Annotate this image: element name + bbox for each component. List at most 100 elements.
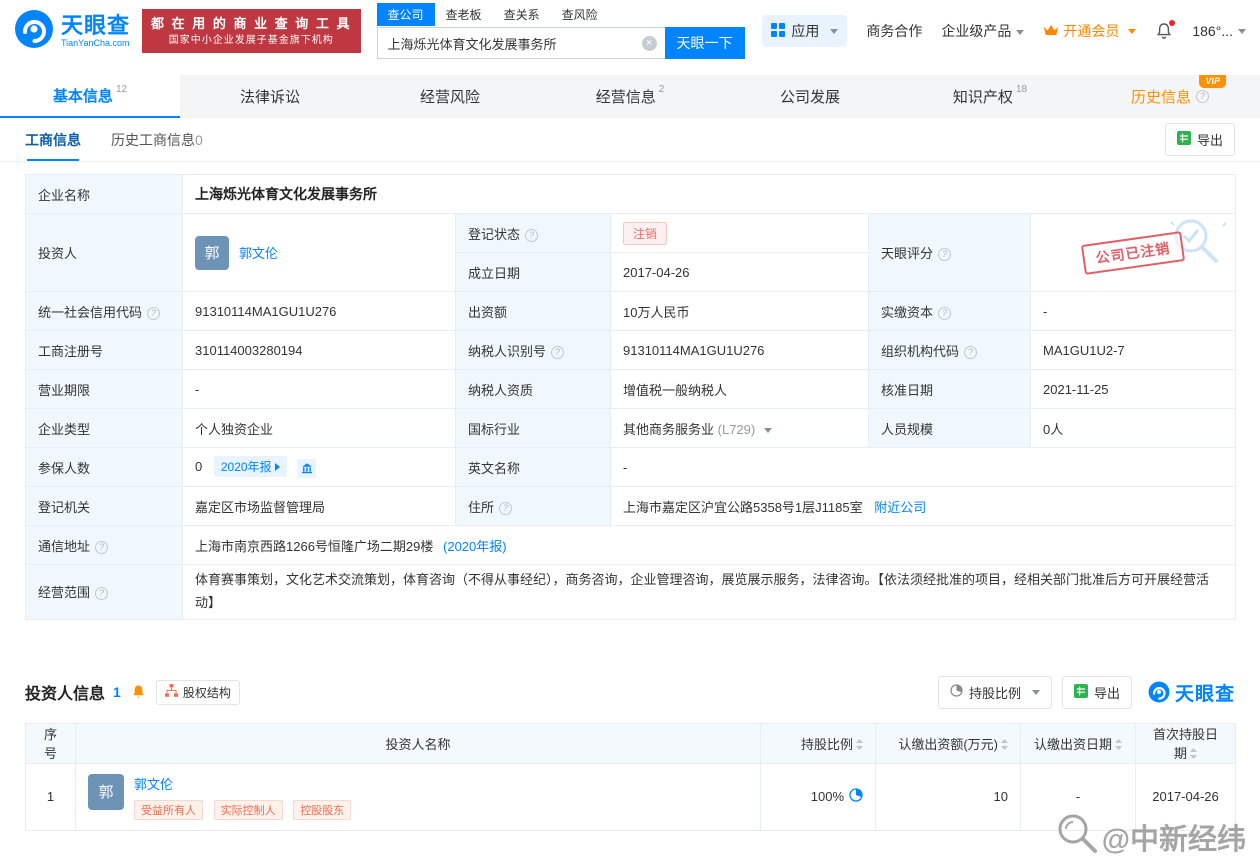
help-icon[interactable] xyxy=(551,345,565,359)
account-phone-label: 186°... xyxy=(1192,23,1233,39)
row-index: 1 xyxy=(25,762,76,831)
controlling-shareholder-tag[interactable]: 控股股东 xyxy=(293,799,352,820)
tab-intellectual-property[interactable]: 知识产权 18 xyxy=(900,75,1080,118)
field-label: 登记状态 xyxy=(455,213,611,253)
subtab-history-business-info[interactable]: 历史工商信息 0 xyxy=(111,118,203,161)
investors-title: 投资人信息 xyxy=(25,686,106,703)
social-security-icon[interactable] xyxy=(297,458,317,478)
account-phone[interactable]: 186°... xyxy=(1192,23,1246,39)
sub-tabs: 工商信息 历史工商信息 0 导出 xyxy=(0,118,1260,162)
help-icon[interactable] xyxy=(499,501,513,515)
chevron-down-icon xyxy=(1128,28,1137,34)
field-label-text: 经营范围 xyxy=(38,585,91,601)
field-value: 2017-04-26 xyxy=(610,252,869,292)
address-value: 上海市嘉定区沪宜公路5358号1层J1185室 xyxy=(623,499,863,515)
help-icon[interactable] xyxy=(147,306,161,320)
chevron-right-icon xyxy=(274,462,280,471)
col-holding-ratio[interactable]: 持股比例 xyxy=(760,722,876,764)
equity-structure-button[interactable]: 股权结构 xyxy=(155,679,240,705)
search-tab-company[interactable]: 查公司 xyxy=(376,3,435,26)
actual-controller-tag[interactable]: 实际控制人 xyxy=(213,799,283,820)
help-icon[interactable] xyxy=(95,540,109,554)
tab-basic-info[interactable]: 基本信息 12 xyxy=(0,75,180,118)
subscribe-bell-icon[interactable] xyxy=(131,684,146,700)
tab-operating-risk[interactable]: 经营风险 xyxy=(360,75,540,118)
top-nav: 应用 商务合作 企业级产品 开通会员 186°... xyxy=(762,15,1246,47)
logo-text: 天眼查 xyxy=(61,12,131,38)
apps-menu[interactable]: 应用 xyxy=(762,15,848,47)
first-holding-date-value: 2017-04-26 xyxy=(1135,762,1236,831)
subtab-business-info[interactable]: 工商信息 xyxy=(25,118,81,161)
table-row: 1 郭 郭文伦 受益所有人 实际控制人 控股股东 100% 10 - 2017-… xyxy=(25,762,1236,831)
nav-open-vip[interactable]: 开通会员 xyxy=(1043,21,1137,41)
search-tab-boss[interactable]: 查老板 xyxy=(435,3,493,26)
tab-legal[interactable]: 法律诉讼 xyxy=(180,75,360,118)
clear-search-icon[interactable] xyxy=(641,36,657,51)
field-label: 工商注册号 xyxy=(25,330,183,370)
annual-report-link[interactable]: (2020年报) xyxy=(443,539,507,554)
field-value: MA1GU1U2-7 xyxy=(1029,330,1237,370)
investor-name-link[interactable]: 郭文伦 xyxy=(134,777,173,792)
field-value: 上海市嘉定区沪宜公路5358号1层J1185室 附近公司 xyxy=(609,486,1237,526)
beneficial-owner-tag[interactable]: 受益所有人 xyxy=(134,799,203,820)
tab-label: 经营风险 xyxy=(419,89,480,106)
field-label-text: 组织机构代码 xyxy=(881,343,960,359)
annual-report-tag[interactable]: 2020年报 xyxy=(213,456,287,478)
export-button[interactable]: 导出 xyxy=(1164,123,1235,156)
help-icon[interactable] xyxy=(525,228,539,242)
help-icon[interactable] xyxy=(938,248,952,261)
field-value: 增值税一般纳税人 xyxy=(610,369,869,409)
field-label: 通信地址 xyxy=(25,525,183,565)
notification-bell-icon[interactable] xyxy=(1155,20,1176,40)
help-icon[interactable] xyxy=(1196,90,1209,103)
holding-ratio-filter[interactable]: 持股比例 xyxy=(937,675,1052,709)
search-button[interactable]: 天眼一下 xyxy=(664,27,745,59)
col-subscribed-amount[interactable]: 认缴出资额(万元) xyxy=(875,722,1021,764)
tab-label: 公司发展 xyxy=(779,89,840,106)
chevron-down-icon[interactable] xyxy=(763,427,772,433)
search-tabs: 查公司 查老板 查关系 查风险 xyxy=(376,3,745,26)
slogan-badge: 都 在 用 的 商 业 查 询 工 具 国家中小企业发展子基金旗下机构 xyxy=(142,8,361,54)
help-icon[interactable] xyxy=(95,587,109,601)
subscribed-date-value: - xyxy=(1020,762,1136,831)
search-input[interactable] xyxy=(376,27,665,59)
col-subscribed-date[interactable]: 认缴出资日期 xyxy=(1020,722,1136,764)
search-tab-risk[interactable]: 查风险 xyxy=(551,3,609,26)
investor-avatar[interactable]: 郭 xyxy=(88,773,124,810)
export-button[interactable]: 导出 xyxy=(1061,675,1132,709)
field-label: 投资人 xyxy=(25,213,183,292)
tab-operating-info[interactable]: 经营信息 2 xyxy=(540,75,720,118)
nav-cooperation[interactable]: 商务合作 xyxy=(866,21,922,41)
tab-history-info[interactable]: 历史信息 VIP xyxy=(1080,75,1260,118)
nav-enterprise[interactable]: 企业级产品 xyxy=(941,21,1025,41)
tianyancha-brand-mark: 天眼查 xyxy=(1148,679,1235,706)
crown-icon xyxy=(1043,23,1059,39)
nearby-companies-link[interactable]: 附近公司 xyxy=(874,500,926,515)
investors-count: 1 xyxy=(113,684,121,700)
help-icon[interactable] xyxy=(938,306,952,320)
tab-count: 2 xyxy=(658,84,665,95)
chevron-down-icon xyxy=(1031,689,1040,695)
field-label-text: 纳税人识别号 xyxy=(468,343,547,359)
search-tab-relation[interactable]: 查关系 xyxy=(493,3,551,26)
tab-company-development[interactable]: 公司发展 xyxy=(720,75,900,118)
tab-label: 历史信息 xyxy=(1130,89,1191,106)
field-label: 成立日期 xyxy=(455,252,611,292)
equity-structure-label: 股权结构 xyxy=(182,685,231,700)
col-label: 认缴出资额(万元) xyxy=(898,736,998,752)
field-label: 出资额 xyxy=(455,291,611,331)
pie-chart-icon[interactable] xyxy=(849,788,863,805)
chevron-down-icon xyxy=(1016,29,1025,35)
field-value: - xyxy=(609,447,1237,487)
field-value: 嘉定区市场监督管理局 xyxy=(182,486,456,526)
help-icon[interactable] xyxy=(964,345,978,359)
investor-avatar[interactable]: 郭 xyxy=(195,235,229,270)
sort-icon xyxy=(1190,747,1197,762)
col-first-holding-date[interactable]: 首次持股日期 xyxy=(1135,722,1236,764)
field-value: 2021-11-25 xyxy=(1029,369,1237,409)
col-label: 认缴出资日期 xyxy=(1033,736,1112,752)
insured-count: 0 xyxy=(195,459,203,475)
investor-name-link[interactable]: 郭文伦 xyxy=(239,243,278,262)
field-label: 登记机关 xyxy=(25,486,183,526)
tianyancha-logo[interactable]: 天眼查 TianYanCha.com xyxy=(14,9,130,54)
